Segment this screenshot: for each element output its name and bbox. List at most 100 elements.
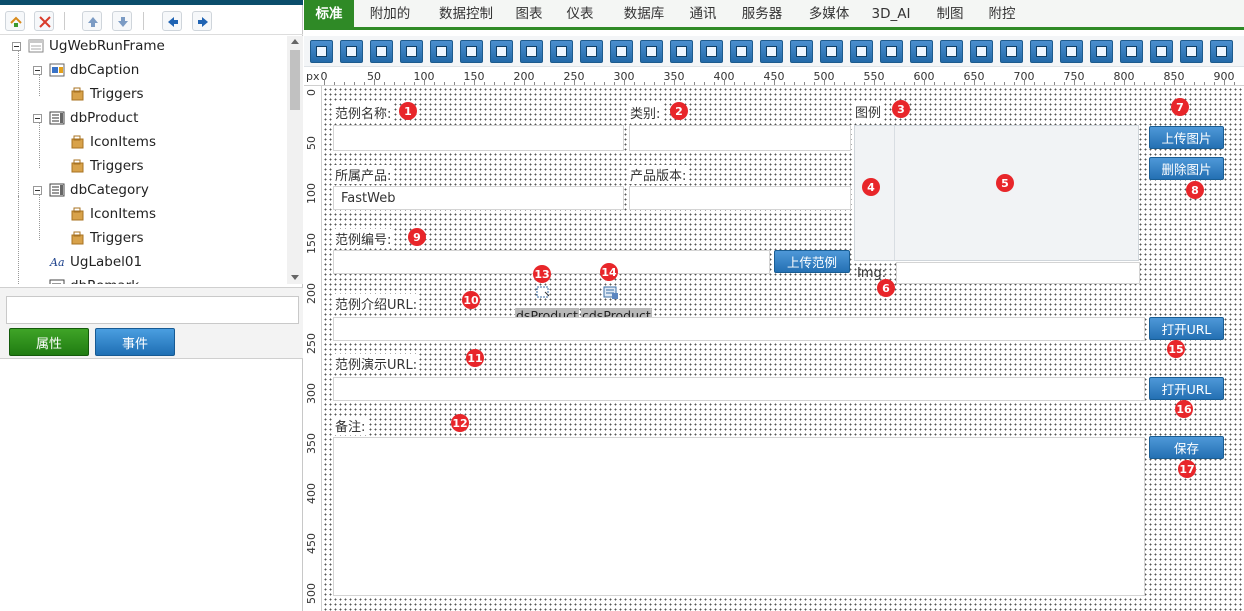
scroll-down-icon[interactable] [291, 275, 299, 280]
open-demo-url-button[interactable]: 打开URL [1149, 377, 1224, 400]
palette-component-icon[interactable] [1180, 40, 1203, 63]
palette-component-icon[interactable] [850, 40, 873, 63]
version-field[interactable] [629, 186, 851, 210]
palette-component-icon[interactable] [370, 40, 393, 63]
tab-data-controls[interactable]: 数据控制 [430, 0, 502, 30]
scroll-thumb[interactable] [290, 50, 300, 110]
tree-item-dbproduct[interactable]: dbProduct [33, 106, 138, 130]
tree-item-triggers[interactable]: Triggers [69, 154, 144, 178]
move-down-icon[interactable] [112, 11, 132, 31]
tab-additional[interactable]: 附加的 [362, 0, 418, 30]
palette-component-icon[interactable] [490, 40, 513, 63]
palette-component-icon[interactable] [1090, 40, 1113, 63]
palette-component-icon[interactable] [1120, 40, 1143, 63]
scroll-up-icon[interactable] [291, 39, 299, 44]
tab-drawing[interactable]: 制图 [930, 0, 970, 30]
tree-item-iconitems[interactable]: IconItems [69, 130, 156, 154]
tree-item-dbremark[interactable]: dbRemark [49, 274, 139, 284]
combobox-component-icon [49, 110, 65, 126]
palette-component-icon[interactable] [910, 40, 933, 63]
palette-component-icon[interactable] [580, 40, 603, 63]
img-path-field[interactable] [896, 262, 1140, 284]
product-field[interactable]: FastWeb [333, 186, 624, 210]
palette-component-icon[interactable] [730, 40, 753, 63]
palette-component-icon[interactable] [700, 40, 723, 63]
palette-glyph [526, 46, 537, 57]
ruler-tick [724, 79, 725, 85]
palette-component-icon[interactable] [970, 40, 993, 63]
tree-item-triggers[interactable]: Triggers [69, 226, 144, 250]
palette-component-icon[interactable] [1150, 40, 1173, 63]
tree-item-dbcaption[interactable]: dbCaption [33, 58, 139, 82]
tree-scrollbar[interactable] [287, 36, 303, 284]
iconitems-folder-icon [69, 206, 85, 222]
tab-multimedia[interactable]: 多媒体 [801, 0, 857, 30]
add-component-icon[interactable] [5, 11, 25, 31]
palette-component-icon[interactable] [460, 40, 483, 63]
demo-url-field[interactable] [333, 377, 1145, 401]
palette-component-icon[interactable] [340, 40, 363, 63]
palette-component-icon[interactable] [940, 40, 963, 63]
ruler-tick [784, 82, 785, 85]
palette-component-icon[interactable] [880, 40, 903, 63]
intro-url-field[interactable] [333, 317, 1145, 341]
tab-gauges[interactable]: 仪表 [560, 0, 600, 30]
palette-component-icon[interactable] [400, 40, 423, 63]
collapse-toggle-icon[interactable] [12, 42, 21, 51]
example-number-field[interactable] [333, 250, 770, 274]
collapse-toggle-icon[interactable] [33, 186, 42, 195]
delete-image-button[interactable]: 删除图片 [1149, 157, 1224, 180]
palette-component-icon[interactable] [310, 40, 333, 63]
palette-glyph [1216, 46, 1227, 57]
tab-standard[interactable]: 标准 [304, 0, 354, 30]
palette-component-icon[interactable] [640, 40, 663, 63]
tree-item-label: Triggers [90, 230, 144, 246]
palette-component-icon[interactable] [1030, 40, 1053, 63]
ruler-tick [924, 79, 925, 85]
palette-component-icon[interactable] [1060, 40, 1083, 63]
tab-properties[interactable]: 属性 [9, 328, 89, 356]
palette-component-icon[interactable] [550, 40, 573, 63]
svg-text:Aa: Aa [49, 256, 65, 269]
palette-component-icon[interactable] [760, 40, 783, 63]
tab-database[interactable]: 数据库 [616, 0, 672, 30]
palette-glyph [316, 46, 327, 57]
delete-component-icon[interactable] [34, 11, 54, 31]
clientdataset-icon[interactable] [603, 284, 619, 300]
tree-item-dbcategory[interactable]: dbCategory [33, 178, 149, 202]
move-up-icon[interactable] [82, 11, 102, 31]
inspector-search-input[interactable] [6, 296, 299, 324]
palette-component-icon[interactable] [430, 40, 453, 63]
tree-item-ugwebrunframe[interactable]: UgWebRunFrame [12, 36, 165, 58]
tree-item-iconitems[interactable]: IconItems [69, 202, 156, 226]
palette-component-icon[interactable] [520, 40, 543, 63]
tab-events[interactable]: 事件 [95, 328, 175, 356]
open-intro-url-button[interactable]: 打开URL [1149, 317, 1224, 340]
save-button[interactable]: 保存 [1149, 436, 1224, 459]
palette-component-icon[interactable] [820, 40, 843, 63]
upload-image-button[interactable]: 上传图片 [1149, 126, 1224, 149]
tree-item-triggers[interactable]: Triggers [69, 82, 144, 106]
tab-3d-ai[interactable]: 3D_AI [867, 0, 915, 30]
move-left-icon[interactable] [162, 11, 182, 31]
category-field[interactable] [629, 125, 851, 151]
remark-memo[interactable] [333, 437, 1145, 596]
collapse-toggle-icon[interactable] [33, 114, 42, 123]
tab-extra-controls[interactable]: 附控 [982, 0, 1022, 30]
collapse-toggle-icon[interactable] [33, 66, 42, 75]
tab-communication[interactable]: 通讯 [683, 0, 723, 30]
dataset-icon[interactable] [535, 284, 551, 300]
palette-component-icon[interactable] [1000, 40, 1023, 63]
tab-charts[interactable]: 图表 [509, 0, 549, 30]
move-right-icon[interactable] [192, 11, 212, 31]
upload-example-button[interactable]: 上传范例 [774, 250, 850, 273]
tree-item-uglabel01[interactable]: Aa UgLabel01 [49, 250, 142, 274]
tab-server[interactable]: 服务器 [734, 0, 790, 30]
example-name-field[interactable] [333, 125, 624, 151]
palette-component-icon[interactable] [790, 40, 813, 63]
palette-component-icon[interactable] [610, 40, 633, 63]
design-canvas[interactable]: 范例名称: 1 类别: 2 图例 3 4 5 Img: 6 7 上传图片 删除图… [323, 87, 1244, 611]
palette-component-icon[interactable] [670, 40, 693, 63]
palette-glyph [556, 46, 567, 57]
palette-component-icon[interactable] [1210, 40, 1233, 63]
